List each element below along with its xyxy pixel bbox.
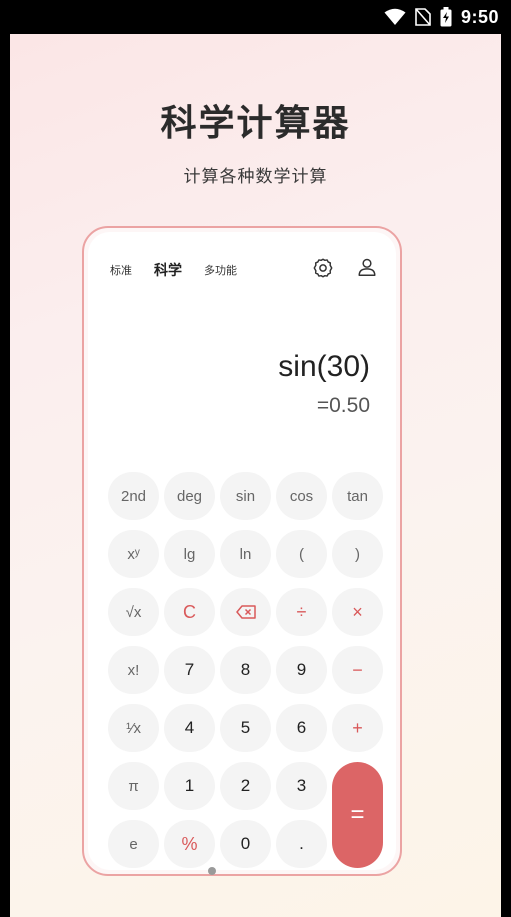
key-deg[interactable]: deg [164, 472, 215, 520]
key-9[interactable]: 9 [276, 646, 327, 694]
key-4[interactable]: 4 [164, 704, 215, 752]
status-time: 9:50 [460, 6, 499, 27]
key-tan[interactable]: tan [332, 472, 383, 520]
key-percent[interactable]: % [164, 820, 215, 868]
app-screen: 科学计算器 计算各种数学计算 标准 科学 多功能 sin(30) =0.50 2… [10, 34, 501, 917]
key-sqrt[interactable]: √x [108, 588, 159, 636]
calculator-screen: 标准 科学 多功能 sin(30) =0.50 2nd deg sin cos tan x… [88, 232, 396, 870]
wifi-icon [384, 8, 406, 25]
status-bar: 9:50 [0, 0, 511, 34]
key-reciprocal[interactable]: ¹⁄x [108, 704, 159, 752]
phone-mockup: 标准 科学 多功能 sin(30) =0.50 2nd deg sin cos tan x… [82, 226, 402, 876]
key-clear[interactable]: C [164, 588, 215, 636]
key-ln[interactable]: ln [220, 530, 271, 578]
key-7[interactable]: 7 [164, 646, 215, 694]
key-minus[interactable]: − [332, 646, 383, 694]
key-decimal[interactable]: . [276, 820, 327, 868]
key-6[interactable]: 6 [276, 704, 327, 752]
key-factorial[interactable]: x! [108, 646, 159, 694]
key-backspace[interactable] [220, 588, 271, 636]
page-indicator [208, 867, 216, 875]
key-cos[interactable]: cos [276, 472, 327, 520]
key-divide[interactable]: ÷ [276, 588, 327, 636]
key-sin[interactable]: sin [220, 472, 271, 520]
key-multiply[interactable]: × [332, 588, 383, 636]
key-close-paren[interactable]: ) [332, 530, 383, 578]
key-pi[interactable]: π [108, 762, 159, 810]
key-power[interactable]: xʸ [108, 530, 159, 578]
key-lg[interactable]: lg [164, 530, 215, 578]
battery-charging-icon [440, 7, 452, 27]
keypad: 2nd deg sin cos tan xʸ lg ln() √x C ÷ × x! 7 8 9− ¹⁄x 4 5 6… [88, 232, 396, 870]
key-equals[interactable]: = [332, 762, 383, 868]
key-2[interactable]: 2 [220, 762, 271, 810]
backspace-icon [235, 605, 256, 619]
page-title: 科学计算器 [160, 103, 351, 144]
key-8[interactable]: 8 [220, 646, 271, 694]
page-subtitle: 计算各种数学计算 [183, 167, 328, 187]
key-open-paren[interactable]: ( [276, 530, 327, 578]
key-plus[interactable]: + [332, 704, 383, 752]
key-5[interactable]: 5 [220, 704, 271, 752]
key-e[interactable]: e [108, 820, 159, 868]
key-1[interactable]: 1 [164, 762, 215, 810]
key-0[interactable]: 0 [220, 820, 271, 868]
key-3[interactable]: 3 [276, 762, 327, 810]
status-icons: 9:50 [384, 5, 499, 29]
key-2nd[interactable]: 2nd [108, 472, 159, 520]
no-sim-icon [415, 8, 431, 26]
